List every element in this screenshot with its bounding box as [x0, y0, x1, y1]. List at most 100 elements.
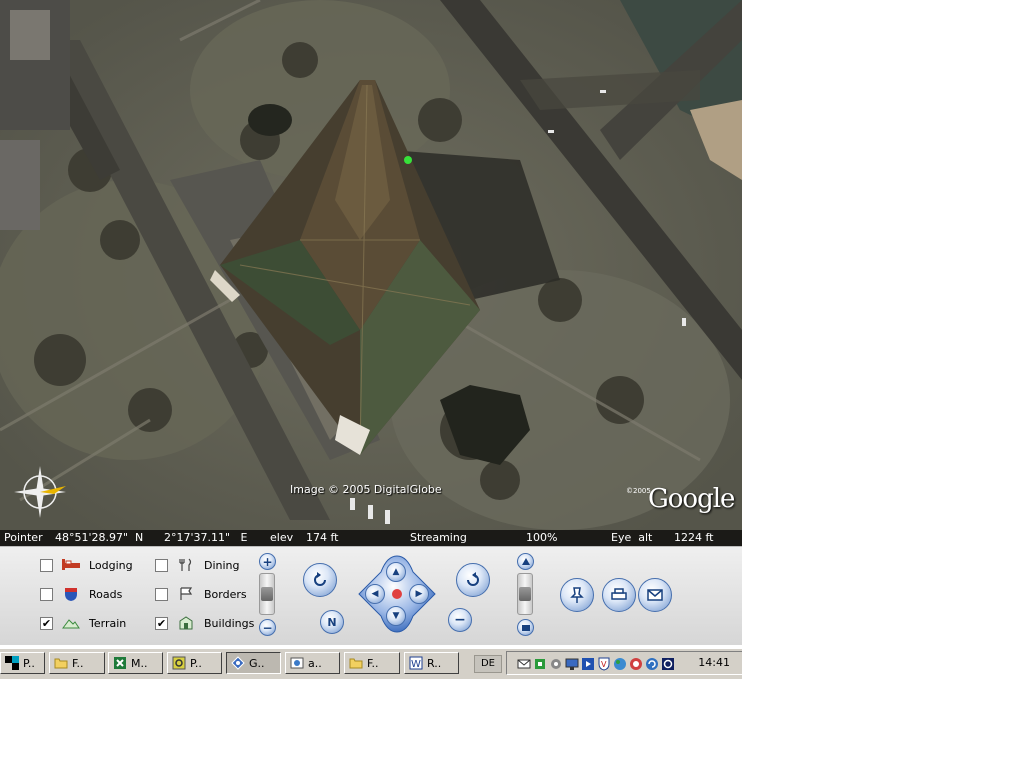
pointer-longitude: 2°17'37.11" E: [164, 531, 248, 544]
placemark-button[interactable]: [560, 578, 594, 612]
roads-label: Roads: [89, 587, 123, 601]
rotate-right-icon: [467, 572, 479, 586]
layer-dining[interactable]: Dining: [155, 556, 240, 574]
pan-up-button[interactable]: ▲: [386, 562, 406, 582]
elevation-label: elev: [270, 531, 294, 544]
elevation-value: 174 ft: [306, 531, 339, 544]
fork-knife-icon: [176, 558, 196, 572]
taskbar-item-label: M..: [131, 656, 148, 670]
antivirus-icon[interactable]: [629, 656, 643, 670]
shield-icon[interactable]: V: [597, 656, 611, 671]
word-icon: W: [409, 656, 423, 670]
zoom-in-button[interactable]: +: [259, 553, 276, 570]
taskbar-item-label: R..: [427, 656, 442, 670]
bed-icon: [61, 558, 81, 572]
tilt-up-button[interactable]: [517, 553, 534, 570]
taskbar-item-browser[interactable]: a..: [285, 652, 340, 674]
tilt-up-icon: [521, 557, 530, 565]
status-bar: Pointer 48°51'28.97" N 2°17'37.11" E ele…: [0, 530, 742, 546]
layer-terrain[interactable]: ✔ Terrain: [40, 614, 126, 632]
taskbar-item-folder-2[interactable]: F..: [344, 652, 400, 674]
security-icon[interactable]: [661, 656, 675, 670]
streaming-label: Streaming: [410, 531, 467, 544]
taskbar-item-label: P..: [190, 656, 202, 670]
taskbar-item-label: a..: [308, 656, 322, 670]
media-icon[interactable]: [581, 656, 595, 670]
layer-roads[interactable]: Roads: [40, 585, 122, 603]
rotate-left-button[interactable]: [303, 563, 337, 597]
zoom-slider[interactable]: [259, 573, 275, 615]
buildings-checkbox[interactable]: ✔: [155, 616, 168, 630]
dining-checkbox[interactable]: [155, 558, 168, 572]
email-button[interactable]: [638, 578, 672, 612]
taskbar-item-word[interactable]: W R..: [404, 652, 459, 674]
tilt-down-button[interactable]: [517, 619, 534, 636]
google-earth-icon: [231, 656, 245, 670]
navigation-pad[interactable]: ▲ ▼ ◀ ▶: [357, 554, 437, 634]
zoom-out-button[interactable]: −: [259, 619, 276, 636]
taskbar-item-excel[interactable]: M..: [108, 652, 163, 674]
building-icon: [176, 616, 196, 630]
compass-icon[interactable]: [10, 462, 70, 526]
buildings-label: Buildings: [204, 616, 255, 630]
pushpin-icon: [570, 587, 584, 603]
system-tray: V 14:41: [506, 651, 742, 675]
taskbar-item-label: F..: [367, 656, 379, 670]
start-icon: [5, 656, 19, 670]
taskbar-item-app[interactable]: P..: [167, 652, 222, 674]
zoom-slider-thumb[interactable]: [261, 587, 273, 601]
navigation-panel: Lodging Roads ✔ Terrain Dining Borders ✔…: [0, 546, 742, 645]
taskbar-item-start[interactable]: P..: [0, 652, 45, 674]
google-earth-window: Image © 2005 DigitalGlobe ©2005 Google P…: [0, 0, 742, 679]
taskbar-item-label: F..: [72, 656, 84, 670]
layer-borders[interactable]: Borders: [155, 585, 247, 603]
map-view[interactable]: Image © 2005 DigitalGlobe ©2005 Google P…: [0, 0, 742, 546]
imagery-copyright: Image © 2005 DigitalGlobe: [290, 483, 442, 496]
dining-label: Dining: [204, 558, 240, 572]
aerial-imagery: [0, 0, 742, 546]
printer-icon: [611, 588, 627, 600]
taskbar-item-folder[interactable]: F..: [49, 652, 105, 674]
sync-icon[interactable]: [645, 656, 659, 670]
taskbar-item-label: G..: [249, 656, 265, 670]
lodging-checkbox[interactable]: [40, 558, 53, 572]
eye-altitude-value: 1224 ft: [674, 531, 714, 544]
svg-text:V: V: [601, 660, 607, 669]
streaming-progress-bar: [477, 533, 519, 543]
north-up-button[interactable]: N: [320, 610, 344, 634]
rotate-right-button[interactable]: [456, 563, 490, 597]
lodging-label: Lodging: [89, 558, 133, 572]
mail-icon[interactable]: [517, 656, 531, 670]
pan-right-button[interactable]: ▶: [409, 584, 429, 604]
tilt-slider[interactable]: [517, 573, 533, 615]
settings-icon[interactable]: [549, 656, 563, 670]
layer-buildings[interactable]: ✔ Buildings: [155, 614, 254, 632]
excel-icon: [113, 656, 127, 670]
app-icon: [172, 656, 186, 670]
system-clock[interactable]: 14:41: [698, 656, 730, 669]
folder-icon: [349, 656, 363, 670]
language-indicator[interactable]: DE: [474, 655, 502, 673]
pan-down-button[interactable]: ▼: [386, 606, 406, 626]
streaming-percent: 100%: [526, 531, 558, 544]
windows-taskbar: P.. F.. M.. P.. G.. a.. F.. W R.. DE V 1…: [0, 648, 742, 679]
monitor-icon[interactable]: [565, 656, 579, 670]
envelope-icon: [647, 589, 663, 601]
tilt-down-icon: [521, 624, 530, 631]
browser-icon: [290, 656, 304, 670]
highway-shield-icon: [61, 587, 81, 601]
taskbar-item-google-earth[interactable]: G..: [226, 652, 281, 674]
zoom-out-small-button[interactable]: −: [448, 608, 472, 632]
roads-checkbox[interactable]: [40, 587, 53, 601]
network-icon[interactable]: [533, 656, 547, 670]
layer-lodging[interactable]: Lodging: [40, 556, 133, 574]
globe-icon[interactable]: [613, 656, 627, 670]
borders-checkbox[interactable]: [155, 587, 168, 601]
print-button[interactable]: [602, 578, 636, 612]
terrain-checkbox[interactable]: ✔: [40, 616, 53, 630]
borders-label: Borders: [204, 587, 247, 601]
tilt-slider-thumb[interactable]: [519, 587, 531, 601]
pan-left-button[interactable]: ◀: [365, 584, 385, 604]
eye-altitude-label: Eye alt: [611, 531, 653, 544]
rotate-left-icon: [314, 572, 326, 586]
